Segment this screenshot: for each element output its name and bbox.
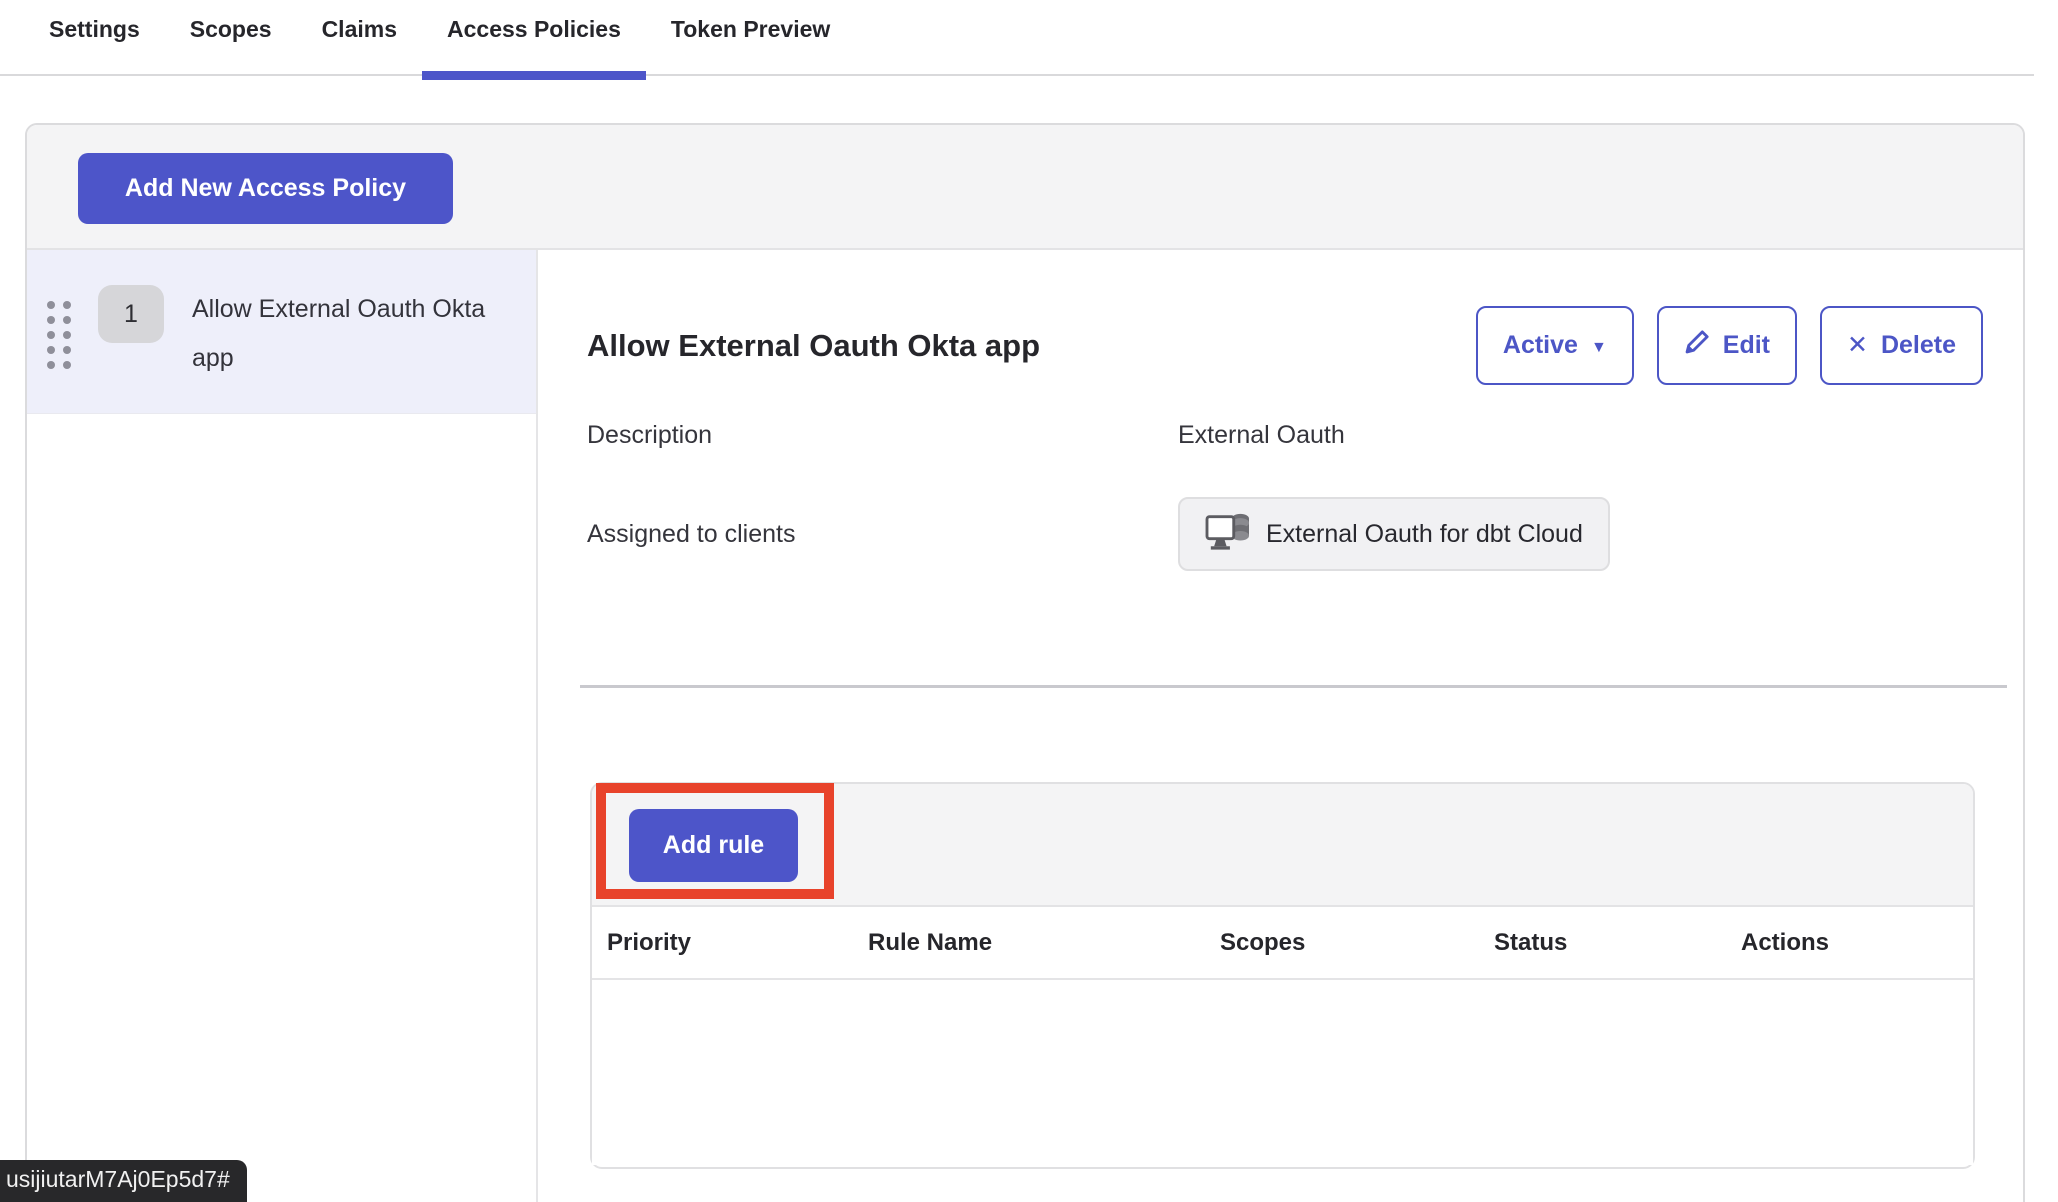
tab-bar: Settings Scopes Claims Access Policies T… [0,0,2034,76]
description-value: External Oauth [1178,421,1983,450]
column-status: Status [1494,929,1741,957]
description-label: Description [587,421,1178,450]
rules-table-empty-body [592,980,1973,1165]
assigned-clients-field-row: Assigned to clients [587,497,1983,571]
chevron-down-icon: ▼ [1591,340,1607,356]
tab-scopes[interactable]: Scopes [165,0,297,76]
add-rule-button[interactable]: Add rule [629,809,798,882]
link-preview-text: usijiutarM7Aj0Ep5d7# [6,1166,230,1192]
status-dropdown-button[interactable]: Active ▼ [1476,306,1634,385]
tab-claims[interactable]: Claims [297,0,422,76]
delete-label: Delete [1881,331,1956,360]
client-chip-label: External Oauth for dbt Cloud [1266,520,1583,549]
page: Settings Scopes Claims Access Policies T… [0,0,2058,1202]
drag-handle-icon[interactable] [47,301,71,369]
section-divider [580,685,2007,688]
description-field-row: Description External Oauth [587,421,1983,450]
tab-token-preview[interactable]: Token Preview [646,0,855,76]
tab-access-policies[interactable]: Access Policies [422,0,646,76]
close-icon: ✕ [1847,333,1868,358]
edit-button[interactable]: Edit [1657,306,1797,385]
client-app-icon [1205,510,1251,559]
pencil-icon [1684,329,1710,362]
assigned-clients-label: Assigned to clients [587,520,1178,549]
policy-order-badge: 1 [98,285,164,343]
policy-action-buttons: Active ▼ Edit [1476,306,1983,385]
status-label: Active [1503,331,1578,360]
policy-detail-panel: Allow External Oauth Okta app Active ▼ [538,250,2023,1202]
policy-name-label: Allow External Oauth Okta app [192,277,492,383]
column-rule-name: Rule Name [868,929,1220,957]
client-chip[interactable]: External Oauth for dbt Cloud [1178,497,1610,571]
rules-table: Add rule Priority Rule Name Scopes Statu… [590,782,1975,1169]
annotation-highlight-box: Add rule [596,783,834,899]
rules-table-header-row: Priority Rule Name Scopes Status Actions [592,907,1973,980]
delete-button[interactable]: ✕ Delete [1820,306,1983,385]
add-new-access-policy-button[interactable]: Add New Access Policy [78,153,453,224]
card-body: 1 Allow External Oauth Okta app Allow Ex… [27,250,2023,1202]
policy-list-item-selected[interactable]: 1 Allow External Oauth Okta app [27,250,536,414]
card-toolbar: Add New Access Policy [27,125,2023,250]
link-preview-tooltip: usijiutarM7Aj0Ep5d7# [0,1160,247,1202]
tab-settings[interactable]: Settings [24,0,165,76]
policy-title: Allow External Oauth Okta app [587,325,1040,367]
column-actions: Actions [1741,929,1973,957]
access-policies-card: Add New Access Policy 1 Allow External O… [25,123,2025,1202]
column-priority: Priority [607,929,868,957]
edit-label: Edit [1723,331,1770,360]
rules-toolbar: Add rule [592,784,1973,907]
policy-fields: Description External Oauth Assigned to c… [587,421,1983,571]
policy-list-panel: 1 Allow External Oauth Okta app [27,250,538,1202]
policy-detail-header: Allow External Oauth Okta app Active ▼ [587,306,1983,385]
column-scopes: Scopes [1220,929,1494,957]
